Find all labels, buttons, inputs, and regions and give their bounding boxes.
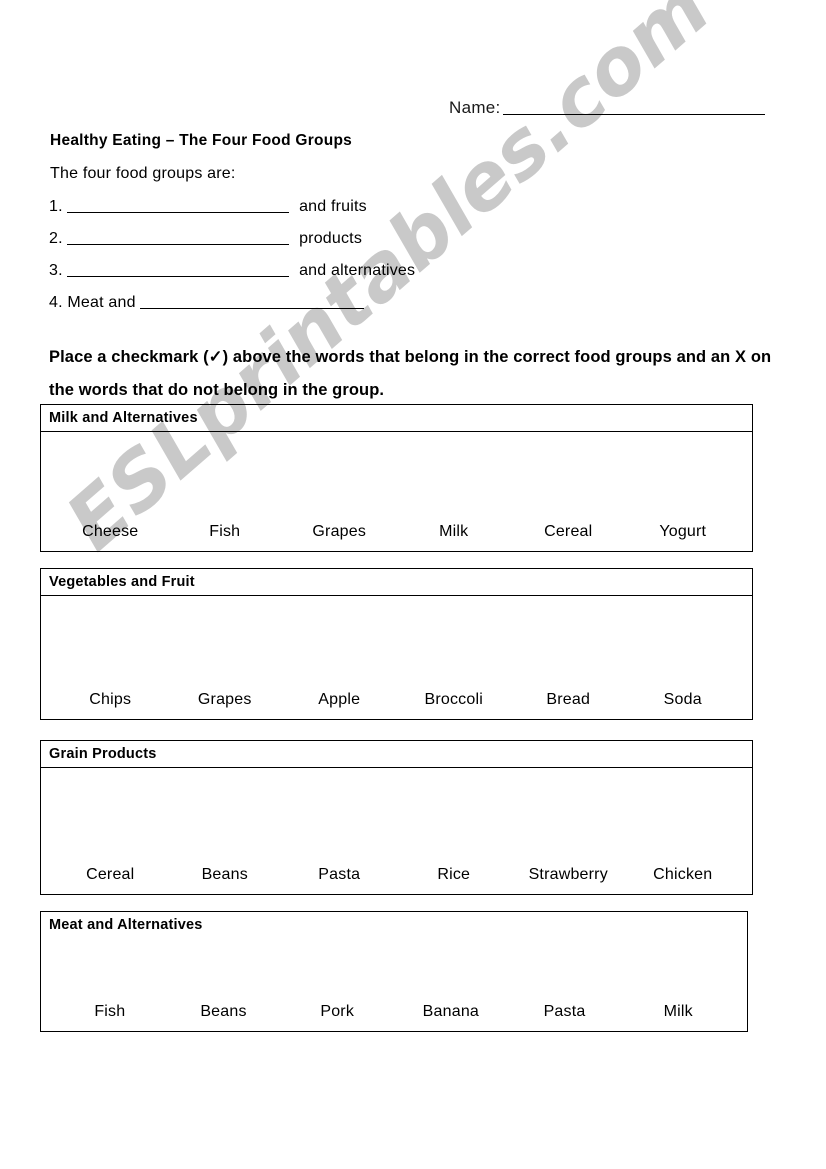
instruction-text: Place a checkmark (✓) above the words th… (49, 348, 772, 399)
food-word[interactable]: Milk (621, 1003, 735, 1021)
food-word[interactable]: Bread (511, 691, 626, 709)
food-word[interactable]: Broccoli (397, 691, 512, 709)
food-word[interactable]: Banana (394, 1003, 508, 1021)
food-word[interactable]: Beans (168, 866, 283, 884)
food-word[interactable]: Cereal (511, 523, 626, 541)
blank-row: 4. Meat and (49, 292, 415, 324)
food-word[interactable]: Yogurt (626, 523, 741, 541)
food-word[interactable]: Cheese (53, 523, 168, 541)
food-word[interactable]: Grapes (168, 691, 283, 709)
food-group-word-row: Cereal Beans Pasta Rice Strawberry Chick… (41, 768, 752, 894)
food-word[interactable]: Strawberry (511, 866, 626, 884)
blank-number: 4. (49, 294, 63, 311)
food-word[interactable]: Fish (168, 523, 283, 541)
blank-prefix: Meat and (67, 294, 136, 311)
blank-suffix: products (299, 230, 363, 247)
food-group-word-row: Chips Grapes Apple Broccoli Bread Soda (41, 596, 752, 719)
name-row: Name: (449, 98, 765, 118)
blank-fill-line[interactable] (67, 264, 290, 277)
food-group-word-row: Fish Beans Pork Banana Pasta Milk (41, 939, 747, 1031)
food-word[interactable]: Cereal (53, 866, 168, 884)
worksheet-page: ESLprintables.com Name: Healthy Eating –… (0, 0, 826, 1169)
food-group-header: Grain Products (41, 741, 752, 768)
blank-fill-line[interactable] (67, 232, 290, 245)
food-word[interactable]: Fish (53, 1003, 167, 1021)
name-label: Name: (449, 98, 501, 117)
food-word[interactable]: Pasta (282, 866, 397, 884)
food-word[interactable]: Grapes (282, 523, 397, 541)
food-group-word-row: Cheese Fish Grapes Milk Cereal Yogurt (41, 432, 752, 551)
food-word[interactable]: Pork (280, 1003, 394, 1021)
blank-number: 2. (49, 230, 63, 247)
food-word[interactable]: Apple (282, 691, 397, 709)
food-word[interactable]: Beans (167, 1003, 281, 1021)
blank-row: 2. products (49, 228, 415, 260)
food-group-header: Meat and Alternatives (49, 917, 203, 933)
food-group-table-meat: Meat and Alternatives Fish Beans Pork Ba… (40, 911, 748, 1032)
blank-number: 1. (49, 198, 63, 215)
food-word[interactable]: Milk (397, 523, 512, 541)
blank-suffix: and fruits (299, 198, 367, 215)
intro-text: The four food groups are: (50, 165, 236, 182)
food-group-table-grain: Grain Products Cereal Beans Pasta Rice S… (40, 740, 753, 895)
food-word[interactable]: Chips (53, 691, 168, 709)
food-group-blanks-list: 1. and fruits 2. products 3. and alterna… (49, 196, 415, 324)
blank-row: 1. and fruits (49, 196, 415, 228)
name-input-blank[interactable] (502, 100, 765, 115)
food-word[interactable]: Rice (397, 866, 512, 884)
blank-fill-line[interactable] (67, 200, 290, 213)
food-group-table-milk: Milk and Alternatives Cheese Fish Grapes… (40, 404, 753, 552)
food-word[interactable]: Chicken (626, 866, 741, 884)
food-group-header: Milk and Alternatives (41, 405, 752, 432)
food-word[interactable]: Soda (626, 691, 741, 709)
food-word[interactable]: Pasta (508, 1003, 622, 1021)
blank-fill-line[interactable] (140, 296, 365, 309)
blank-number: 3. (49, 262, 63, 279)
food-group-table-vegetables: Vegetables and Fruit Chips Grapes Apple … (40, 568, 753, 720)
blank-row: 3. and alternatives (49, 260, 415, 292)
blank-suffix: and alternatives (299, 262, 416, 279)
food-group-header: Vegetables and Fruit (41, 569, 752, 596)
page-title: Healthy Eating – The Four Food Groups (50, 132, 353, 149)
